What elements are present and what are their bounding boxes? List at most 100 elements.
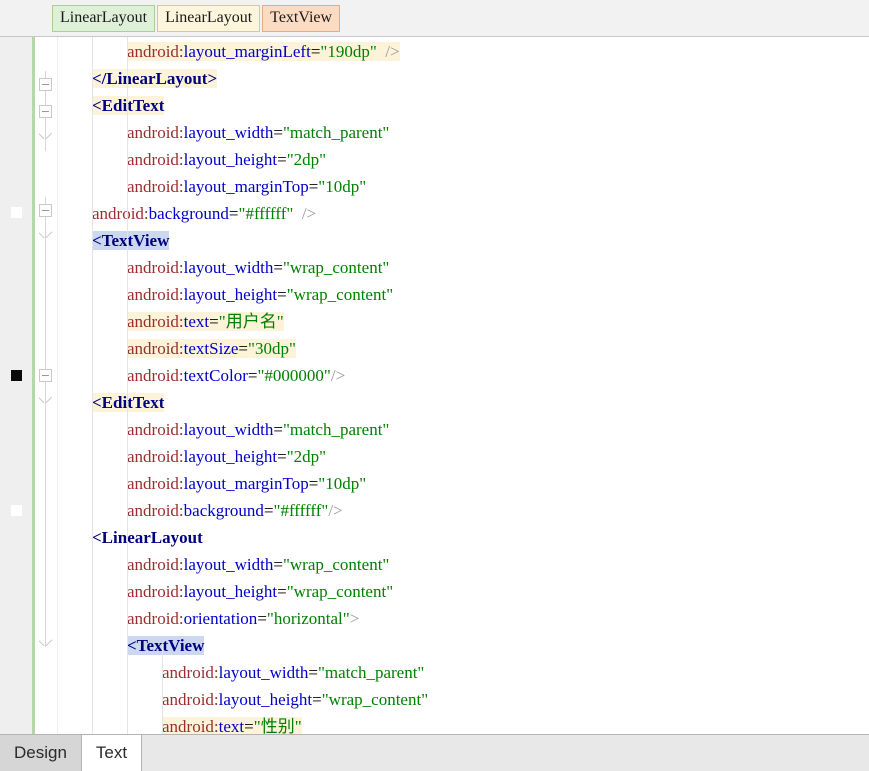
code-token-val: "wrap_content" [282, 555, 390, 574]
code-line[interactable]: android:background="#ffffff" /> [92, 200, 316, 227]
code-line-content: android:textSize="30dp" [127, 339, 296, 358]
code-token-ns: android: [127, 366, 184, 385]
gutter-bookmark-icon[interactable] [11, 370, 22, 381]
code-token-val: "#000000" [257, 366, 331, 385]
code-token-val: "190dp" [320, 42, 377, 61]
code-token-ns: android: [127, 258, 184, 277]
breadcrumb-item-linearlayout-outer[interactable]: LinearLayout [52, 4, 156, 32]
code-token-eq: = [263, 501, 274, 520]
code-line[interactable]: <EditText [92, 389, 165, 416]
code-line[interactable]: android:layout_height="2dp" [127, 146, 326, 173]
code-line[interactable]: android:layout_height="wrap_content" [162, 686, 428, 713]
tab-design[interactable]: Design [0, 735, 82, 771]
code-line-content: android:layout_width="match_parent" [127, 123, 389, 142]
code-line[interactable]: android:text="用户名" [127, 308, 284, 335]
code-token-eq: = [312, 690, 322, 709]
tab-text[interactable]: Text [81, 735, 143, 771]
code-line[interactable]: android:layout_height="wrap_content" [127, 578, 393, 605]
fold-collapse-icon[interactable] [39, 78, 52, 91]
code-line-content: android:background="#ffffff"/> [127, 501, 343, 520]
breadcrumb: LinearLayout LinearLayout TextView [0, 0, 869, 37]
code-token-val: "wrap_content" [321, 690, 429, 709]
gutter-bookmark-icon[interactable] [11, 207, 22, 218]
code-token-attr: layout_width [183, 258, 274, 277]
code-line-content: android:background="#ffffff" /> [92, 204, 316, 223]
code-line[interactable]: android:layout_marginTop="10dp" [127, 173, 366, 200]
code-line[interactable]: android:layout_width="match_parent" [127, 119, 389, 146]
fold-collapse-icon[interactable] [39, 369, 52, 382]
code-token-attr: layout_marginTop [183, 474, 309, 493]
code-line-content: android:layout_width="match_parent" [127, 420, 389, 439]
code-line[interactable]: android:layout_height="2dp" [127, 443, 326, 470]
code-line[interactable]: android:orientation="horizontal"> [127, 605, 359, 632]
code-line[interactable]: android:layout_marginTop="10dp" [127, 470, 366, 497]
code-line[interactable]: <LinearLayout [92, 524, 203, 551]
gutter-bookmark-icon[interactable] [11, 505, 22, 516]
indent-guide [127, 37, 128, 734]
code-token-ns: android: [127, 42, 184, 61]
fold-region-end-icon[interactable] [39, 132, 52, 139]
code-line-content: android:layout_marginTop="10dp" [127, 177, 366, 196]
code-line-content: android:layout_height="wrap_content" [127, 582, 393, 601]
code-line[interactable]: android:layout_width="match_parent" [127, 416, 389, 443]
code-token-val: "10dp" [318, 177, 367, 196]
code-text-area[interactable]: android:layout_marginLeft="190dp" /> </Li… [57, 37, 869, 734]
code-token-eq: = [228, 204, 239, 223]
code-token-val: "30dp" [248, 339, 296, 358]
code-token-attr: layout_width [183, 420, 274, 439]
code-line-content: </LinearLayout> [92, 69, 218, 88]
tab-bar-filler [142, 735, 869, 771]
code-line[interactable]: android:text="性别" [162, 713, 302, 734]
code-line[interactable]: android:background="#ffffff"/> [127, 497, 343, 524]
code-line[interactable]: android:textSize="30dp" [127, 335, 296, 362]
code-token-eq: = [308, 474, 319, 493]
code-token-ns: android: [127, 312, 184, 331]
code-line-content: android:textColor="#000000"/> [127, 366, 345, 385]
code-line-content: android:layout_height="wrap_content" [127, 285, 393, 304]
code-line-content: android:layout_height="2dp" [127, 150, 326, 169]
code-line[interactable]: <TextView [92, 227, 170, 254]
code-token-val: "10dp" [318, 474, 367, 493]
editor-fold-gutter[interactable] [35, 37, 58, 734]
code-token-attr: background [183, 501, 264, 520]
code-editor[interactable]: android:layout_marginLeft="190dp" /> </Li… [0, 37, 869, 734]
code-token-attr: text [218, 717, 245, 734]
code-line-content: <TextView [127, 636, 205, 655]
code-line[interactable]: android:layout_marginLeft="190dp" /> [127, 38, 400, 65]
code-token-eq: = [308, 177, 319, 196]
editor-marker-gutter[interactable] [0, 37, 32, 734]
code-line[interactable]: <TextView [127, 632, 205, 659]
code-line[interactable]: android:layout_height="wrap_content" [127, 281, 393, 308]
breadcrumb-item-linearlayout-inner[interactable]: LinearLayout [157, 4, 261, 32]
editor-mode-tabs: Design Text [0, 734, 869, 771]
code-token-attr: text [183, 312, 210, 331]
code-token-attr: layout_height [183, 447, 278, 466]
fold-collapse-icon[interactable] [39, 204, 52, 217]
code-line-content: <EditText [92, 393, 165, 412]
code-line[interactable]: android:layout_width="wrap_content" [127, 254, 389, 281]
code-line[interactable]: <EditText [92, 92, 165, 119]
fold-region-end-icon[interactable] [39, 231, 52, 238]
code-line[interactable]: </LinearLayout> [92, 65, 218, 92]
fold-region-end-icon[interactable] [39, 639, 52, 646]
code-token-attr: background [148, 204, 229, 223]
code-line-content: android:layout_height="2dp" [127, 447, 326, 466]
code-line[interactable]: android:textColor="#000000"/> [127, 362, 345, 389]
breadcrumb-item-textview[interactable]: TextView [262, 4, 341, 32]
code-token-eq: = [273, 420, 283, 439]
code-token-tag: <EditText [92, 96, 165, 115]
code-line-content: android:layout_marginTop="10dp" [127, 474, 366, 493]
code-line[interactable]: android:layout_width="match_parent" [162, 659, 424, 686]
code-token-attr: layout_height [183, 150, 278, 169]
code-line[interactable]: android:layout_width="wrap_content" [127, 551, 389, 578]
code-token-ns: android: [127, 420, 184, 439]
fold-collapse-icon[interactable] [39, 105, 52, 118]
code-token-eq: = [308, 663, 318, 682]
code-token-bracket: /> [385, 42, 400, 61]
code-token-ns: android: [162, 663, 219, 682]
fold-region-end-icon[interactable] [39, 396, 52, 403]
code-token-bracket: > [349, 609, 360, 628]
code-token-val: "match_parent" [317, 663, 425, 682]
code-token-attr: layout_height [183, 582, 278, 601]
